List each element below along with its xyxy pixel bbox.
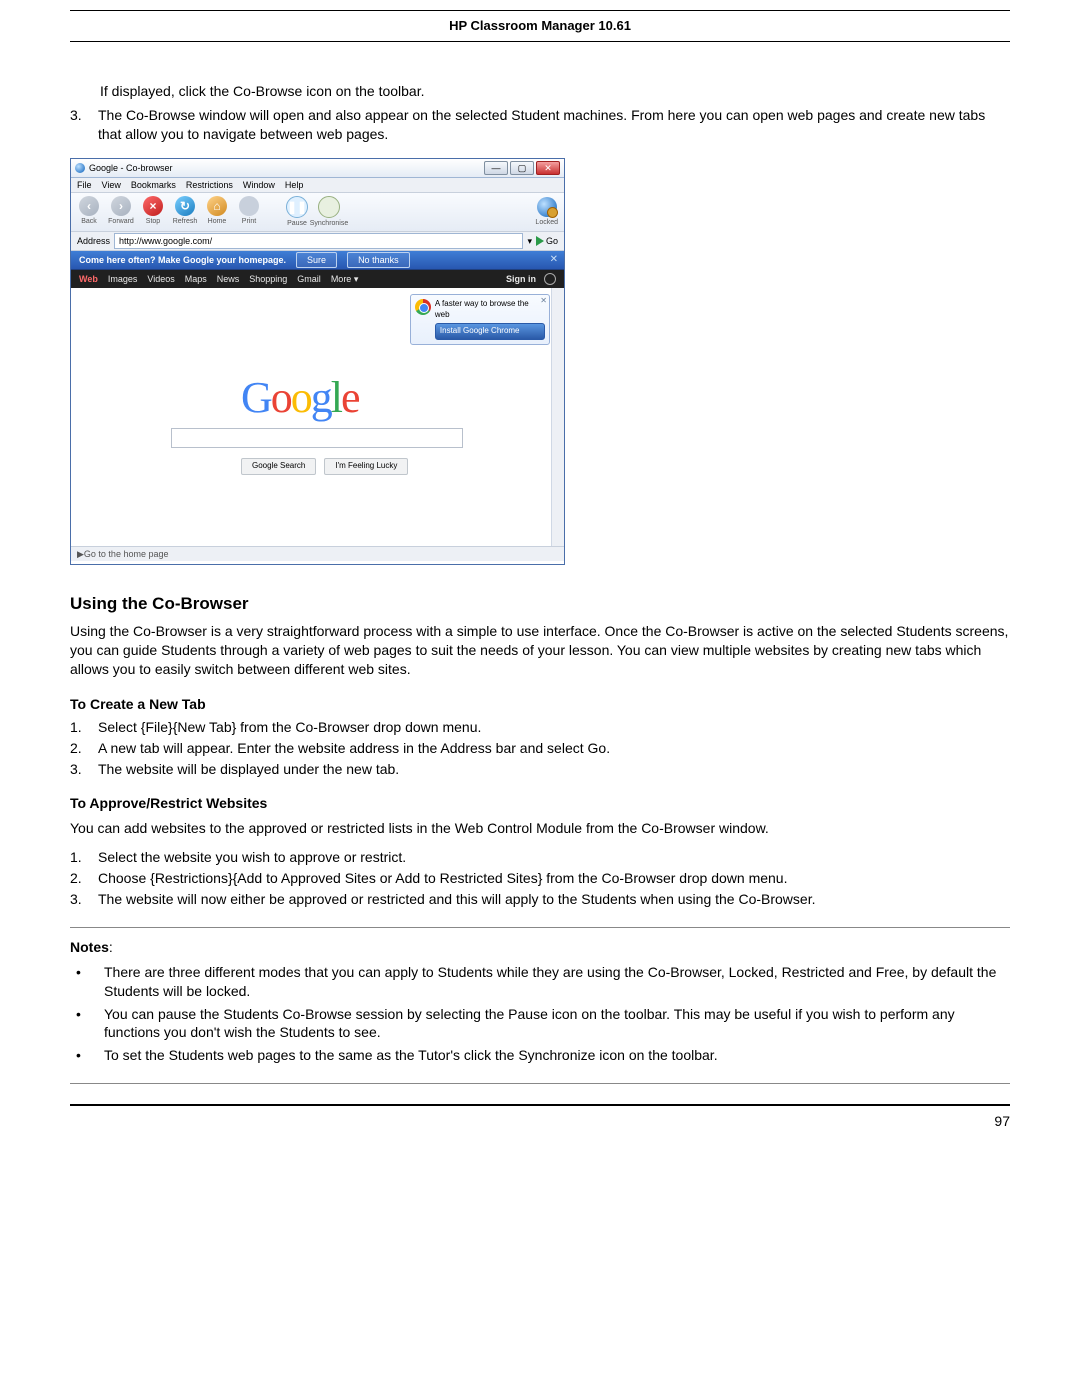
- toolbar-locked-button[interactable]: Locked: [535, 197, 558, 227]
- intro-list-number: 3.: [70, 106, 98, 125]
- back-icon: ‹: [79, 196, 99, 216]
- print-icon: [239, 196, 259, 216]
- homepage-sure-button[interactable]: Sure: [296, 252, 337, 268]
- status-bar: ▶Go to the home page: [71, 546, 564, 561]
- toolbar-print-button[interactable]: Print: [237, 196, 261, 228]
- toolbar-stop-button[interactable]: × Stop: [141, 196, 165, 228]
- globe-icon: [75, 163, 85, 173]
- scrollbar[interactable]: [551, 288, 564, 546]
- list-item: Select the website you wish to approve o…: [98, 848, 406, 867]
- go-button[interactable]: Go: [536, 235, 558, 247]
- list-item: Choose {Restrictions}{Add to Approved Si…: [98, 869, 787, 888]
- address-input[interactable]: http://www.google.com/: [114, 233, 523, 249]
- intro-list-text: The Co-Browse window will open and also …: [98, 106, 1010, 144]
- notes-heading-line: Notes:: [70, 938, 1010, 957]
- chrome-toast: ✕ A faster way to browse the web Install…: [410, 294, 550, 344]
- address-dropdown-icon[interactable]: ▾: [527, 235, 532, 247]
- signin-button[interactable]: Sign in: [506, 273, 536, 285]
- restrict-heading: To Approve/Restrict Websites: [70, 794, 1010, 813]
- list-item: The website will be displayed under the …: [98, 760, 399, 779]
- nav-videos[interactable]: Videos: [147, 273, 174, 285]
- nav-news[interactable]: News: [217, 273, 240, 285]
- nav-maps[interactable]: Maps: [185, 273, 207, 285]
- cobrowser-screenshot: Google - Co-browser — ▢ ✕ File View Book…: [70, 158, 565, 565]
- menu-bookmarks[interactable]: Bookmarks: [131, 179, 176, 191]
- menu-view[interactable]: View: [102, 179, 121, 191]
- list-item: You can pause the Students Co-Browse ses…: [104, 1005, 1010, 1043]
- menu-restrictions[interactable]: Restrictions: [186, 179, 233, 191]
- toolbar-refresh-button[interactable]: ↻ Refresh: [173, 196, 197, 228]
- using-cobrowser-text: Using the Co-Browser is a very straightf…: [70, 622, 1010, 679]
- list-item: A new tab will appear. Enter the website…: [98, 739, 610, 758]
- intro-paragraph: If displayed, click the Co-Browse icon o…: [100, 82, 1010, 101]
- pause-icon: ❚❚: [286, 196, 308, 218]
- window-close-button[interactable]: ✕: [536, 161, 560, 175]
- homepage-nothanks-button[interactable]: No thanks: [347, 252, 410, 268]
- toast-text: A faster way to browse the web: [435, 299, 545, 321]
- page-number: 97: [70, 1106, 1010, 1131]
- restrict-text: You can add websites to the approved or …: [70, 819, 1010, 838]
- install-chrome-button[interactable]: Install Google Chrome: [435, 323, 545, 340]
- toast-close-icon[interactable]: ✕: [540, 296, 547, 307]
- home-icon: ⌂: [207, 196, 227, 216]
- toolbar-sync-button[interactable]: Synchronise: [317, 196, 341, 228]
- window-minimize-button[interactable]: —: [484, 161, 508, 175]
- create-newtab-heading: To Create a New Tab: [70, 695, 1010, 714]
- list-item: There are three different modes that you…: [104, 963, 1010, 1001]
- go-icon: [536, 236, 544, 246]
- nav-gmail[interactable]: Gmail: [297, 273, 321, 285]
- homepage-prompt-close-icon[interactable]: ✕: [550, 253, 558, 267]
- menu-file[interactable]: File: [77, 179, 92, 191]
- menu-window[interactable]: Window: [243, 179, 275, 191]
- menu-bar: File View Bookmarks Restrictions Window …: [71, 178, 564, 193]
- google-search-input[interactable]: [171, 428, 463, 448]
- feeling-lucky-button[interactable]: I'm Feeling Lucky: [324, 458, 408, 475]
- toolbar-forward-button[interactable]: › Forward: [109, 196, 133, 228]
- toolbar-pause-button[interactable]: ❚❚ Pause: [285, 196, 309, 228]
- nav-web[interactable]: Web: [79, 273, 98, 285]
- window-title: Google - Co-browser: [89, 162, 173, 174]
- forward-icon: ›: [111, 196, 131, 216]
- refresh-icon: ↻: [175, 196, 195, 216]
- homepage-prompt-text: Come here often? Make Google your homepa…: [79, 254, 286, 266]
- nav-more[interactable]: More ▾: [331, 273, 359, 285]
- google-search-button[interactable]: Google Search: [241, 458, 316, 475]
- toolbar-back-button[interactable]: ‹ Back: [77, 196, 101, 228]
- google-logo: Google: [241, 368, 359, 427]
- sync-icon: [318, 196, 340, 218]
- gear-icon[interactable]: [544, 273, 556, 285]
- using-cobrowser-heading: Using the Co-Browser: [70, 593, 1010, 616]
- chrome-icon: [415, 299, 431, 315]
- nav-shopping[interactable]: Shopping: [249, 273, 287, 285]
- stop-icon: ×: [143, 196, 163, 216]
- list-item: To set the Students web pages to the sam…: [104, 1046, 718, 1065]
- list-item: The website will now either be approved …: [98, 890, 816, 909]
- menu-help[interactable]: Help: [285, 179, 304, 191]
- nav-images[interactable]: Images: [108, 273, 138, 285]
- toolbar-home-button[interactable]: ⌂ Home: [205, 196, 229, 228]
- page-header-title: HP Classroom Manager 10.61: [70, 17, 1010, 41]
- window-maximize-button[interactable]: ▢: [510, 161, 534, 175]
- address-label: Address: [77, 235, 110, 247]
- list-item: Select {File}{New Tab} from the Co-Brows…: [98, 718, 481, 737]
- locked-globe-icon: [537, 197, 557, 217]
